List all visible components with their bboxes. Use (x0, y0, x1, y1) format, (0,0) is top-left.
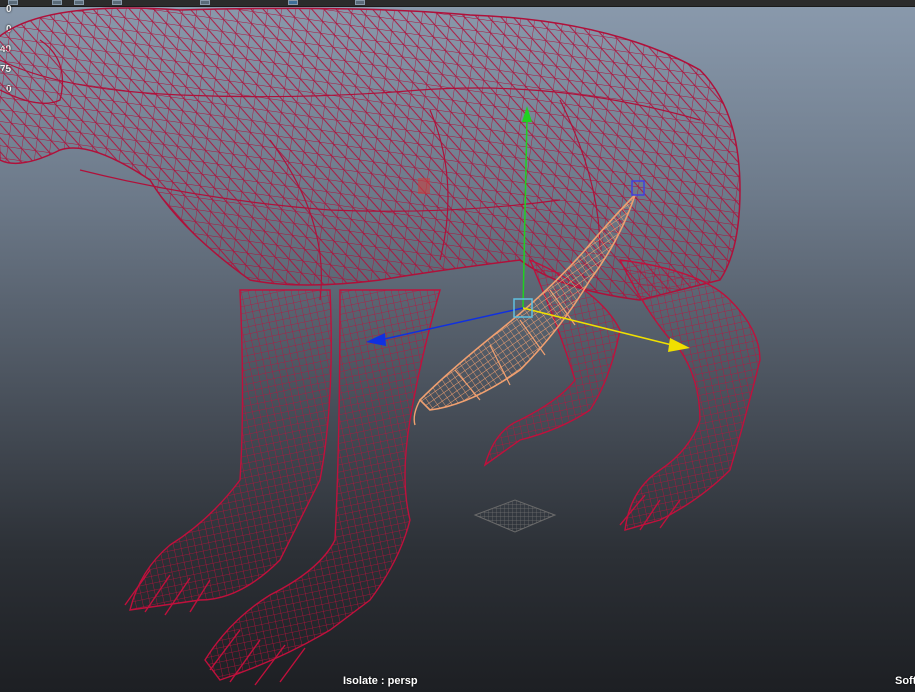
perspective-viewport[interactable]: 0 0 40 75 0 (0, 0, 915, 692)
creature-body-wireframe[interactable] (0, 7, 741, 301)
ground-plane-grid (473, 499, 557, 533)
scene-canvas[interactable] (0, 0, 915, 692)
panel-label: Isolate : persp (343, 675, 418, 687)
corner-status-label: Soft (895, 675, 915, 687)
front-left-leg-wireframe[interactable] (124, 289, 332, 616)
component-handle-icon[interactable] (418, 178, 430, 194)
